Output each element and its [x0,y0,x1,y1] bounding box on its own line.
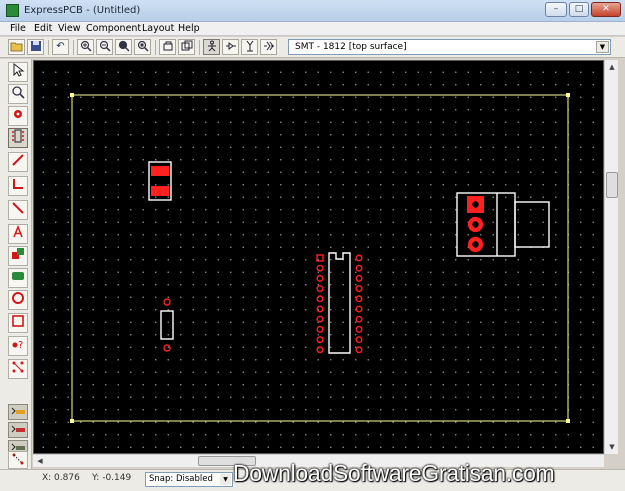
ic-pad [316,254,324,262]
component-select[interactable]: SMT - 1812 [top surface] ▼ [288,39,611,55]
pad-place-icon[interactable] [8,106,28,126]
board-corner-handle [70,419,74,423]
smt-1812-component [148,161,172,201]
ic-pad [316,315,324,323]
component-icon[interactable] [203,39,220,55]
zoom-select-icon[interactable] [8,84,28,104]
ic-pad [316,305,324,313]
left-toolbar: ? [0,59,32,470]
title-bar: ExpressPCB - (Untitled) – □ ✕ [0,0,625,22]
circle-icon[interactable] [8,290,28,310]
ic-pad [316,285,324,293]
status-x: X: 0.876 [42,473,80,483]
ic-pad [316,336,324,344]
fill-icon[interactable] [8,246,28,266]
ic-pad [355,305,363,313]
component-select-value: SMT - 1812 [top surface] [295,42,407,52]
component-place-icon[interactable] [8,128,28,148]
resistor-component [160,298,174,352]
via-icon[interactable] [241,39,258,55]
ic-pad [355,254,363,262]
ic-pad [316,264,324,272]
menu-bar: File Edit View Component Layout Help [0,22,625,36]
corner-trace-icon[interactable] [8,176,28,196]
maximize-button[interactable]: □ [569,2,589,17]
svg-text:?: ? [18,340,23,351]
jumper-icon[interactable] [8,268,28,288]
menu-edit[interactable]: Edit [34,23,52,34]
ic-pad [355,325,363,333]
text-icon[interactable] [8,224,28,244]
ic-pad [355,295,363,303]
snap-select-value: Snap: Disabled [149,474,213,484]
chevron-down-icon[interactable]: ▼ [220,474,231,485]
question-icon[interactable]: ? [8,336,28,356]
board-corner-handle [70,93,74,97]
app-icon [6,4,19,17]
layer-top-icon[interactable] [8,404,28,420]
board-corner-handle [566,419,570,423]
ic-pad [355,274,363,282]
scroll-down-icon[interactable]: ▼ [606,441,618,453]
menu-layout[interactable]: Layout [142,23,174,34]
rotate-icon[interactable] [159,39,176,55]
zoom-out-icon[interactable] [96,39,113,55]
watermark: DownloadSoftwareGratisan.com [233,460,555,486]
zoom-window-icon[interactable] [134,39,151,55]
scroll-left-icon[interactable]: ◀ [34,456,46,467]
pin-icon[interactable] [222,39,239,55]
scroll-up-icon[interactable]: ▲ [606,61,618,73]
ic-pad [355,346,363,354]
ic-pad [355,285,363,293]
ic-pad [316,295,324,303]
zoom-fit-icon[interactable] [115,39,132,55]
snap-select[interactable]: Snap: Disabled ▼ [145,472,233,487]
ic-pad [316,325,324,333]
ic-pad [355,315,363,323]
ic-pad [355,264,363,272]
close-button[interactable]: ✕ [591,2,621,17]
layer-ratsnest-icon[interactable] [8,451,28,469]
undo-icon[interactable]: ↶ [52,39,69,55]
rect-icon[interactable] [8,313,28,333]
ic-body-outline [328,252,351,354]
ic-pad [355,336,363,344]
board-corner-handle [566,93,570,97]
zoom-in-icon[interactable] [77,39,94,55]
vertical-scroll-thumb[interactable] [606,172,618,198]
board-outline [71,94,569,422]
minimize-button[interactable]: – [545,2,567,17]
ic-pad [316,274,324,282]
trace-icon[interactable] [8,152,28,172]
open-icon[interactable] [8,39,25,55]
menu-help[interactable]: Help [178,23,200,34]
diagonal-trace-icon[interactable] [8,200,28,220]
menu-component[interactable]: Component [86,23,141,34]
status-y: Y: -0.149 [92,473,132,483]
multilayer-icon[interactable] [8,359,28,379]
window-title: ExpressPCB - (Untitled) [24,5,141,16]
chevron-down-icon[interactable]: ▼ [596,41,609,53]
flip-icon[interactable] [178,39,195,55]
dip-ic-component [316,252,363,354]
pad-icon[interactable] [260,39,277,55]
layer-bottom-icon[interactable] [8,422,28,438]
ic-pad [316,346,324,354]
save-icon[interactable] [27,39,44,55]
menu-view[interactable]: View [58,23,81,34]
menu-file[interactable]: File [10,23,26,34]
pointer-icon[interactable] [8,62,28,82]
connector-component [456,192,550,257]
vertical-scrollbar[interactable]: ▲ ▼ [604,60,618,454]
pcb-canvas[interactable] [33,60,604,454]
